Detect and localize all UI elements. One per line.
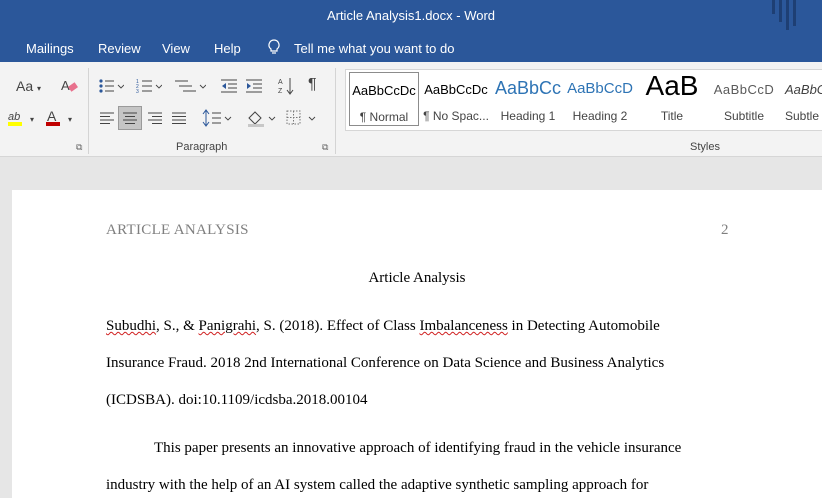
citation-line-3: (ICDSBA). doi:10.1109/icdsba.2018.00104 xyxy=(106,392,368,408)
sort-icon[interactable]: AZ xyxy=(277,76,295,99)
citation-line-1: Subudhi, S., & Panigrahi, S. (2018). Eff… xyxy=(106,318,660,335)
style-name: Subtitle xyxy=(723,109,765,123)
highlight-dropdown-icon[interactable]: ▾ xyxy=(30,112,34,128)
citation-text: in Detecting Automobile xyxy=(507,318,660,334)
ribbon-tabs: Mailings Review View Help Tell me what y… xyxy=(0,34,822,62)
citation-line-2: Insurance Fraud. 2018 2nd International … xyxy=(106,355,665,371)
justify-icon[interactable] xyxy=(171,110,187,129)
style-heading-1[interactable]: AaBbCc Heading 1 xyxy=(493,72,563,126)
svg-text:ab: ab xyxy=(8,111,20,123)
title-bar-pattern xyxy=(772,0,802,30)
body-paragraph-line-1: This paper presents an innovative approa… xyxy=(106,440,681,457)
svg-text:A: A xyxy=(278,79,283,86)
lightbulb-icon xyxy=(268,39,280,58)
ribbon: Aa ▾ A ab ▾ A ▾ ⧉ 123 AZ ¶ Paragraph ⧉ A… xyxy=(0,62,822,157)
font-color-button[interactable]: A xyxy=(44,108,62,131)
bullets-icon[interactable] xyxy=(98,78,125,97)
line-spacing-icon[interactable] xyxy=(202,109,232,130)
tab-review[interactable]: Review xyxy=(98,41,141,56)
style-normal[interactable]: AaBbCcDc ¶ Normal xyxy=(349,72,419,126)
document-title: Article Analysis xyxy=(368,270,466,286)
change-case-button[interactable]: Aa ▾ xyxy=(16,78,41,97)
style-preview: AaBbCcDc xyxy=(424,82,488,97)
align-right-icon[interactable] xyxy=(147,110,163,129)
shading-icon[interactable] xyxy=(246,109,276,130)
paragraph-dialog-launcher-icon[interactable]: ⧉ xyxy=(322,142,328,153)
citation-text: , S. (2018). Effect of Class xyxy=(256,318,420,334)
multilevel-list-icon[interactable] xyxy=(174,78,207,97)
increase-indent-icon[interactable] xyxy=(245,78,263,97)
style-name: ¶ Normal xyxy=(359,110,409,124)
running-header: ARTICLE ANALYSIS xyxy=(106,222,249,238)
citation-word-imbalanceness: Imbalanceness xyxy=(419,318,508,334)
style-subtle-emphasis[interactable]: AaBbCcD Subtle E xyxy=(781,72,822,126)
styles-group-label: Styles xyxy=(690,141,720,153)
citation-author-2: Panigrahi xyxy=(198,318,257,334)
style-name: Title xyxy=(660,109,684,123)
numbering-icon[interactable]: 123 xyxy=(136,78,163,97)
document-canvas[interactable]: ARTICLE ANALYSIS 2 Article Analysis Subu… xyxy=(0,157,822,498)
decrease-indent-icon[interactable] xyxy=(220,78,238,97)
style-preview: AaB xyxy=(645,72,699,101)
citation-author-1: Subudhi xyxy=(106,318,157,334)
paragraph-group-label: Paragraph xyxy=(176,141,228,153)
page-number: 2 xyxy=(721,222,729,238)
style-name: ¶ No Spac... xyxy=(423,109,489,123)
tell-me-search[interactable]: Tell me what you want to do xyxy=(294,41,454,56)
body-text: This paper presents an innovative approa… xyxy=(154,440,682,456)
svg-text:A: A xyxy=(61,78,70,93)
style-name: Heading 1 xyxy=(500,109,556,123)
svg-text:Z: Z xyxy=(278,88,283,95)
title-bar: Article Analysis1.docx - Word xyxy=(0,0,822,34)
group-separator xyxy=(88,68,89,154)
style-preview: AaBbCcD xyxy=(785,82,822,97)
clear-formatting-icon[interactable]: A xyxy=(60,76,78,97)
style-name: Heading 2 xyxy=(572,109,628,123)
align-left-icon[interactable] xyxy=(99,110,115,129)
window-title: Article Analysis1.docx - Word xyxy=(326,8,496,23)
style-name: Subtle E xyxy=(785,109,822,123)
style-subtitle[interactable]: AaBbCcD Subtitle xyxy=(709,72,779,126)
tab-help[interactable]: Help xyxy=(214,41,241,56)
style-no-spacing[interactable]: AaBbCcDc ¶ No Spac... xyxy=(421,72,491,126)
highlight-color-button[interactable]: ab xyxy=(6,108,28,131)
align-center-icon xyxy=(123,112,137,124)
font-dialog-launcher-icon[interactable]: ⧉ xyxy=(76,142,82,153)
style-preview: AaBbCc xyxy=(494,78,562,98)
svg-text:A: A xyxy=(47,108,57,124)
style-title[interactable]: AaB Title xyxy=(637,72,707,126)
font-color-dropdown-icon[interactable]: ▾ xyxy=(68,112,72,128)
style-preview: AaBbCcD xyxy=(713,82,775,97)
document-page[interactable]: ARTICLE ANALYSIS 2 Article Analysis Subu… xyxy=(12,190,822,498)
align-center-button[interactable] xyxy=(118,106,142,130)
citation-text: , S., & xyxy=(156,318,199,334)
tab-mailings[interactable]: Mailings xyxy=(26,41,74,56)
style-preview: AaBbCcDc xyxy=(352,83,416,98)
svg-text:3: 3 xyxy=(136,89,139,94)
style-preview: AaBbCcD xyxy=(567,80,633,97)
show-formatting-marks-icon[interactable]: ¶ xyxy=(308,77,317,93)
tab-view[interactable]: View xyxy=(162,41,190,56)
body-paragraph-line-2: industry with the help of an AI system c… xyxy=(106,477,649,493)
styles-gallery: AaBbCcDc ¶ Normal AaBbCcDc ¶ No Spac... … xyxy=(345,69,822,131)
style-heading-2[interactable]: AaBbCcD Heading 2 xyxy=(565,72,635,126)
group-separator xyxy=(335,68,336,154)
borders-icon[interactable] xyxy=(285,109,317,130)
